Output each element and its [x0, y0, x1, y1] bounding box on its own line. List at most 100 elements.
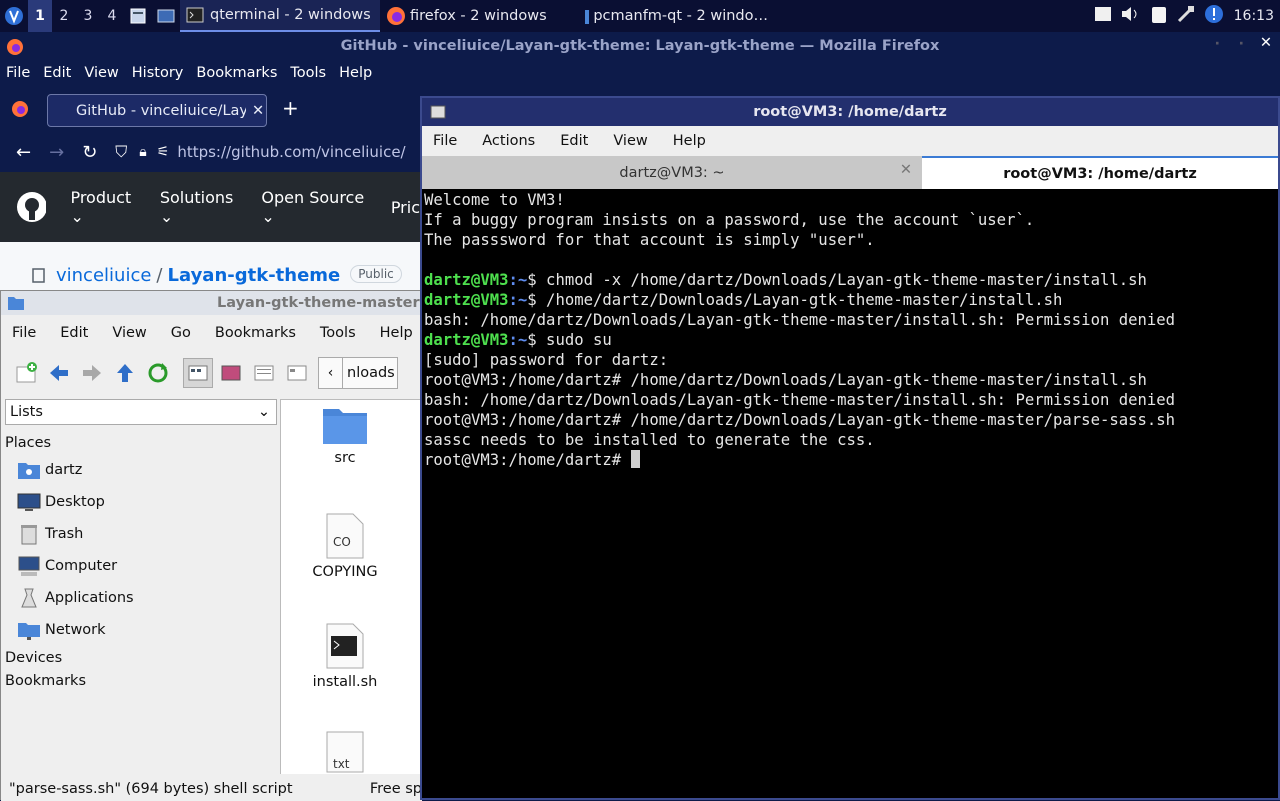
- menu-view[interactable]: View: [112, 325, 146, 341]
- place-trash[interactable]: Trash: [5, 518, 277, 550]
- file-item[interactable]: CO COPYING: [281, 512, 409, 580]
- side-pane-mode-select[interactable]: Lists ⌄: [5, 399, 277, 425]
- firefox-view-icon[interactable]: [11, 100, 29, 118]
- new-tab-icon[interactable]: [11, 358, 41, 388]
- menu-file[interactable]: File: [6, 65, 30, 81]
- bookmarks-header[interactable]: Bookmarks: [5, 669, 277, 692]
- repo-owner-link[interactable]: vinceliuice: [56, 265, 151, 286]
- file-item[interactable]: src: [281, 406, 409, 466]
- path-bar[interactable]: ‹ nloads: [318, 357, 398, 389]
- shield-icon[interactable]: ⛉: [115, 142, 127, 162]
- github-logo-icon[interactable]: [16, 191, 47, 223]
- network-icon[interactable]: [1176, 4, 1196, 28]
- place-desktop[interactable]: Desktop: [5, 486, 277, 518]
- task-qterminal[interactable]: qterminal - 2 windows: [180, 0, 380, 32]
- nav-open-source[interactable]: Open Source ⌄: [261, 188, 376, 226]
- back-icon[interactable]: [44, 358, 74, 388]
- menu-bookmarks[interactable]: Bookmarks: [196, 65, 277, 81]
- nav-solutions[interactable]: Solutions ⌄: [160, 188, 248, 226]
- task-firefox[interactable]: firefox - 2 windows: [380, 0, 578, 32]
- menu-tools[interactable]: Tools: [290, 65, 326, 81]
- tab-root[interactable]: root@VM3: /home/dartz: [922, 156, 1278, 189]
- place-network[interactable]: Network: [5, 614, 277, 646]
- place-applications[interactable]: Applications: [5, 582, 277, 614]
- file-item[interactable]: txt: [281, 730, 409, 778]
- show-desktop-icon[interactable]: [155, 5, 177, 27]
- volume-icon[interactable]: [1120, 5, 1142, 27]
- new-tab-icon[interactable]: +: [282, 96, 299, 120]
- reload-icon[interactable]: ↻: [82, 142, 97, 163]
- nav-pricing[interactable]: Pric: [391, 198, 420, 217]
- firefox-titlebar[interactable]: GitHub - vinceliuice/Layan-gtk-theme: La…: [0, 32, 1280, 60]
- command-line: dartz@VM3:~$ /home/dartz/Downloads/Layan…: [424, 290, 1276, 310]
- devices-header[interactable]: Devices: [5, 646, 277, 669]
- terminal-icon: [430, 105, 446, 119]
- menu-tools[interactable]: Tools: [320, 325, 356, 341]
- permissions-icon[interactable]: ⚟: [157, 144, 170, 160]
- minimize-icon[interactable]: ·: [1214, 36, 1220, 52]
- places-header[interactable]: Places: [5, 431, 277, 454]
- terminal-titlebar[interactable]: root@VM3: /home/dartz: [422, 98, 1278, 126]
- terminal-output[interactable]: Welcome to VM3! If a buggy program insist…: [424, 190, 1276, 798]
- close-tab-icon[interactable]: ✕: [252, 103, 264, 119]
- notes-icon[interactable]: [1094, 6, 1112, 26]
- notification-icon[interactable]: [1204, 4, 1224, 28]
- maximize-icon[interactable]: ·: [1238, 36, 1244, 52]
- menu-help[interactable]: Help: [339, 65, 372, 81]
- tab-github[interactable]: GitHub - vinceliuice/Laya ✕: [47, 94, 267, 127]
- repo-name-link[interactable]: Layan-gtk-theme: [168, 265, 341, 286]
- file-item[interactable]: install.sh: [281, 622, 409, 690]
- workspace-3[interactable]: 3: [76, 0, 100, 32]
- menu-edit[interactable]: Edit: [560, 133, 588, 149]
- back-icon[interactable]: ←: [16, 142, 31, 163]
- output-line: sassc needs to be installed to generate …: [424, 431, 875, 449]
- menu-view[interactable]: View: [613, 133, 647, 149]
- url-field[interactable]: https://github.com/vinceliuice/: [177, 143, 405, 161]
- workspace-4[interactable]: 4: [100, 0, 124, 32]
- path-segment[interactable]: nloads: [347, 365, 395, 381]
- menu-actions[interactable]: Actions: [482, 133, 535, 149]
- place-computer[interactable]: Computer: [5, 550, 277, 582]
- menu-file[interactable]: File: [433, 133, 457, 149]
- nav-label: Product: [70, 188, 132, 207]
- output-line: [sudo] password for dartz:: [424, 351, 669, 369]
- forward-icon[interactable]: →: [49, 142, 64, 163]
- reload-icon[interactable]: [143, 358, 173, 388]
- file-manager-launcher-icon[interactable]: [127, 5, 149, 27]
- workspace-2[interactable]: 2: [52, 0, 76, 32]
- close-tab-icon[interactable]: ✕: [900, 162, 912, 178]
- thumbnail-view-icon[interactable]: [216, 358, 246, 388]
- menu-edit[interactable]: Edit: [43, 65, 71, 81]
- up-icon[interactable]: [110, 358, 140, 388]
- place-dartz[interactable]: dartz: [5, 454, 277, 486]
- menu-bookmarks[interactable]: Bookmarks: [215, 325, 296, 341]
- compact-view-icon[interactable]: [249, 358, 279, 388]
- task-label: firefox - 2 windows: [410, 8, 547, 24]
- task-pcmanfm[interactable]: pcmanfm-qt - 2 windo…: [578, 0, 774, 32]
- menu-history[interactable]: History: [132, 65, 184, 81]
- firefox-icon: [7, 39, 23, 55]
- clipboard-icon[interactable]: [1150, 4, 1168, 28]
- file-manager-titlebar[interactable]: Layan-gtk-theme-master: [1, 291, 422, 315]
- forward-icon[interactable]: [77, 358, 107, 388]
- close-icon[interactable]: ✕: [1260, 35, 1272, 51]
- path-scroll-left-icon[interactable]: ‹: [319, 358, 343, 388]
- lock-icon[interactable]: 🔒︎: [139, 144, 146, 160]
- detailed-view-icon[interactable]: [282, 358, 312, 388]
- menu-file[interactable]: File: [12, 325, 36, 341]
- menu-help[interactable]: Help: [380, 325, 413, 341]
- app-menu-icon[interactable]: [3, 5, 25, 27]
- nav-product[interactable]: Product ⌄: [70, 188, 145, 226]
- workspace-1[interactable]: 1: [28, 0, 52, 32]
- place-label: Network: [45, 622, 106, 638]
- menu-go[interactable]: Go: [171, 325, 191, 341]
- menu-view[interactable]: View: [84, 65, 118, 81]
- clock[interactable]: 16:13: [1234, 8, 1274, 24]
- icon-view-icon[interactable]: [183, 358, 213, 388]
- menu-edit[interactable]: Edit: [60, 325, 88, 341]
- tab-label: dartz@VM3: ~: [619, 164, 725, 181]
- text-file-icon: txt: [326, 731, 364, 773]
- tab-dartz[interactable]: dartz@VM3: ~ ✕: [422, 156, 922, 189]
- output-line: bash: /home/dartz/Downloads/Layan-gtk-th…: [424, 391, 1176, 409]
- menu-help[interactable]: Help: [673, 133, 706, 149]
